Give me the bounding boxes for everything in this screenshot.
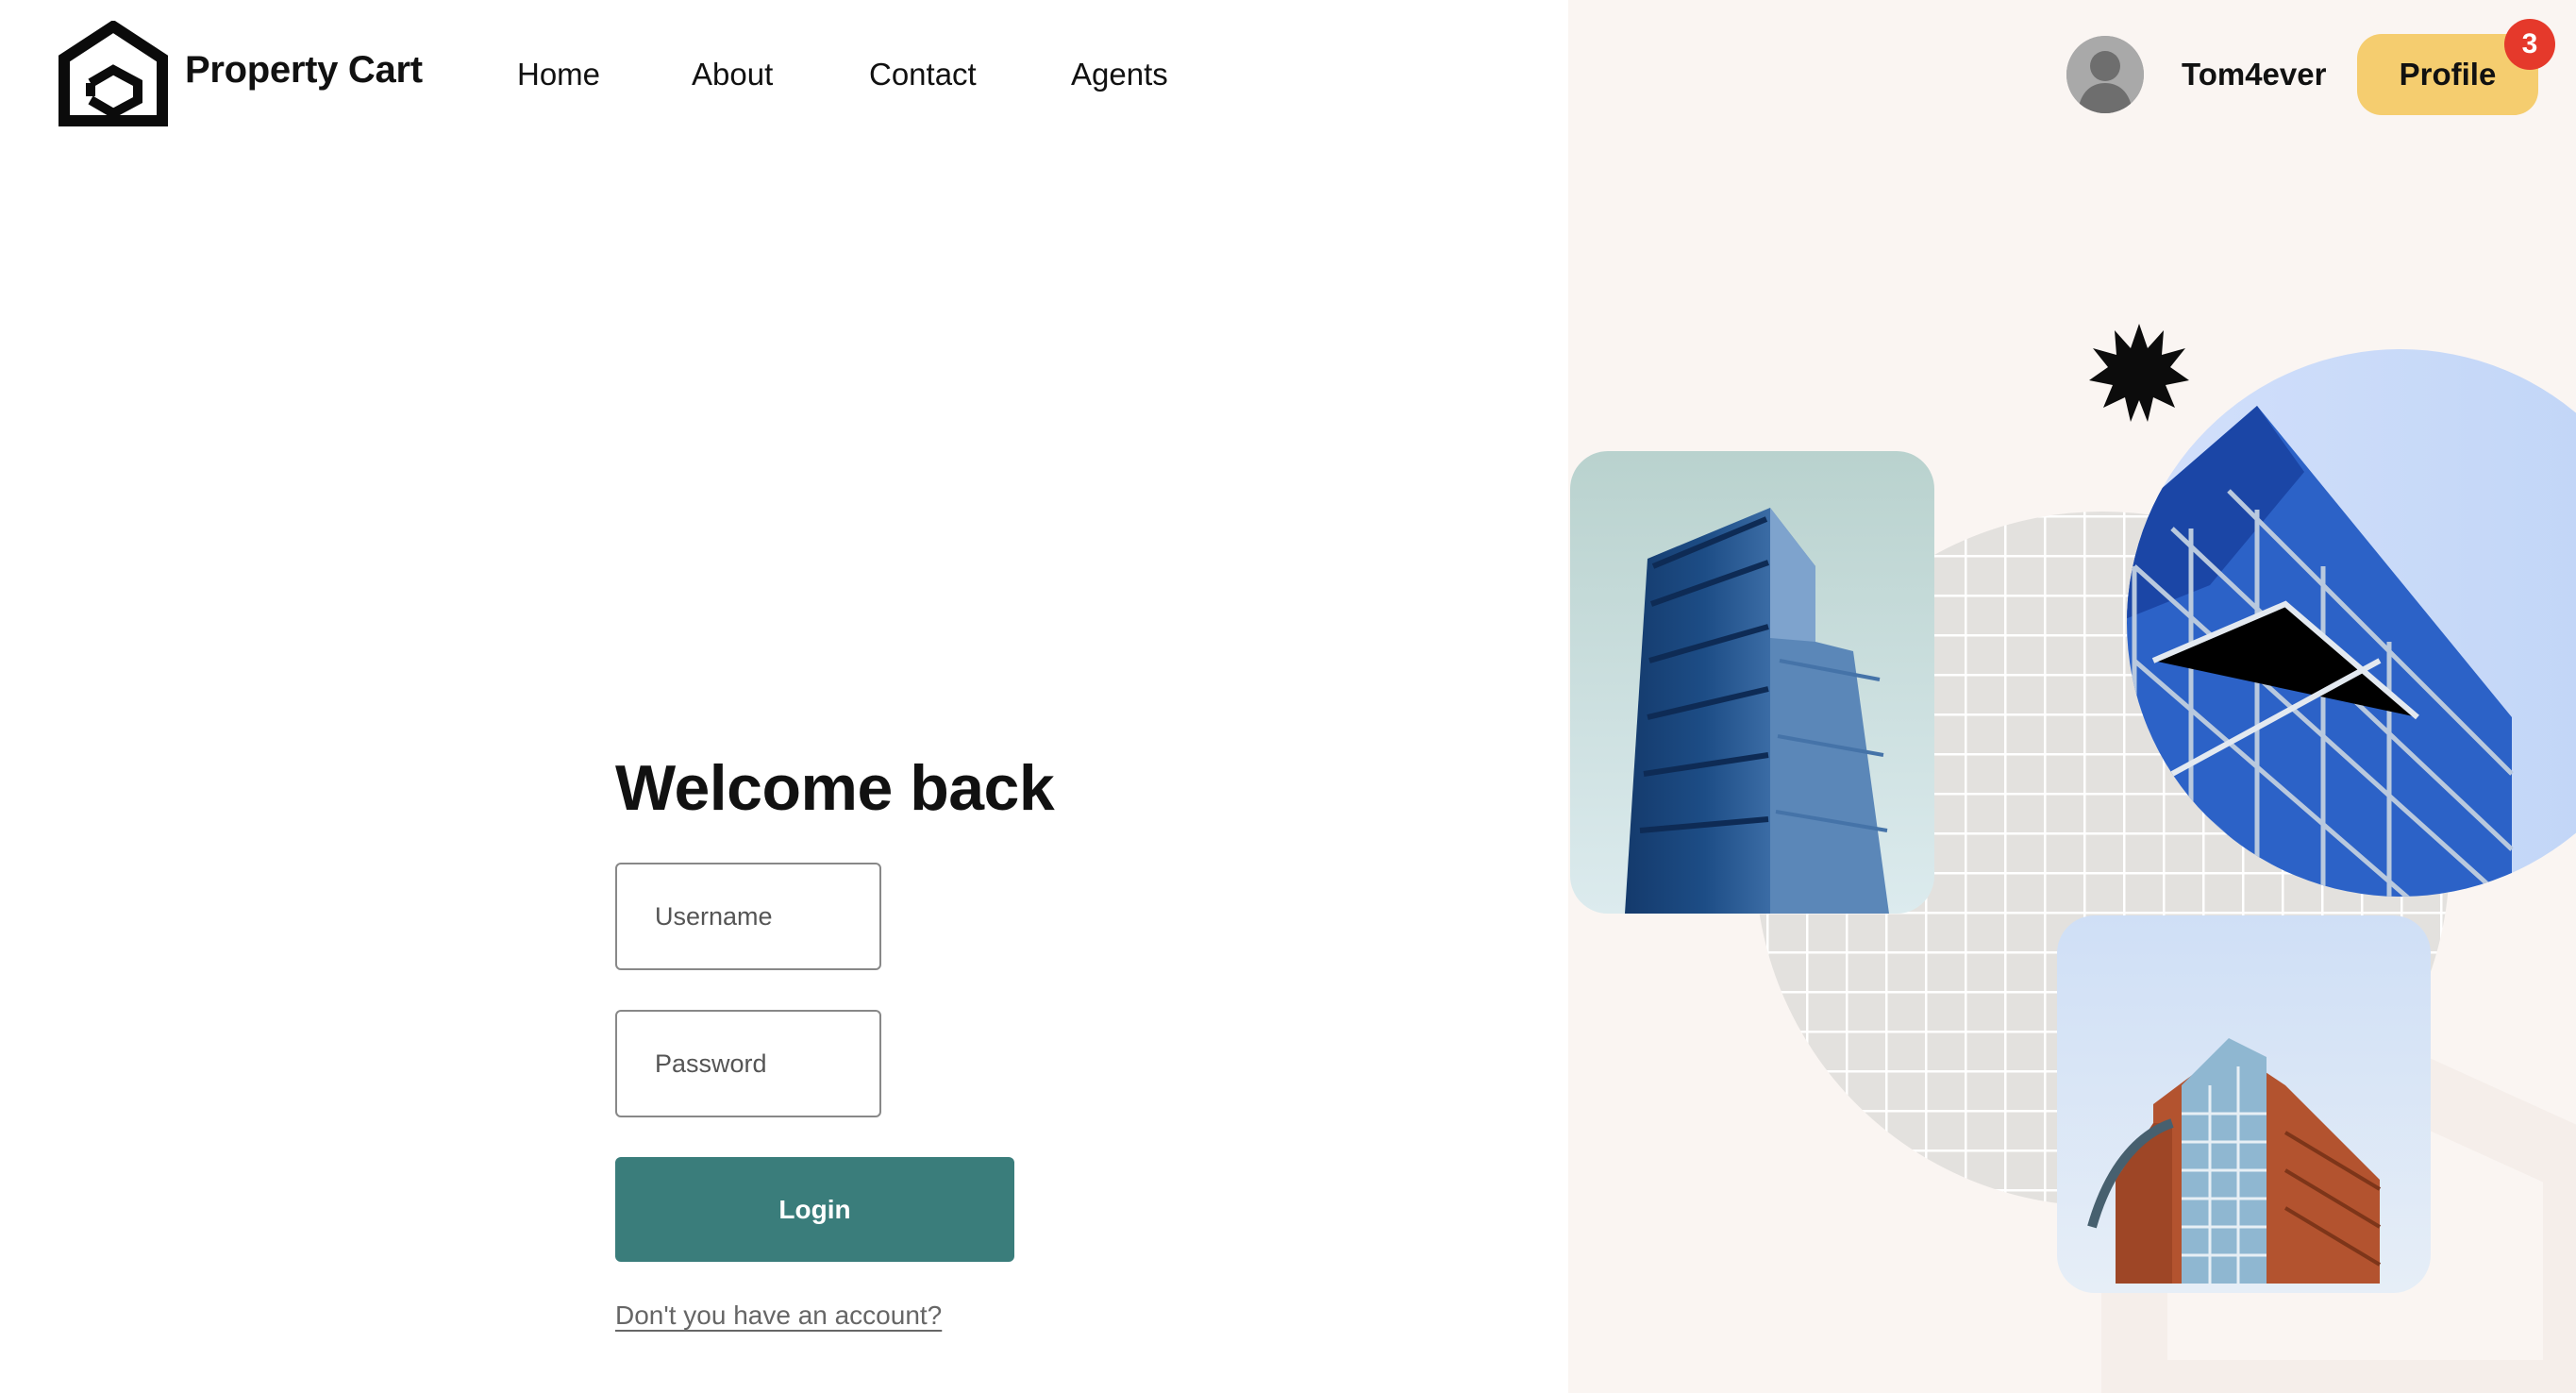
- nav-agents[interactable]: Agents: [1071, 57, 1168, 92]
- username-field[interactable]: [615, 863, 881, 970]
- nav-contact[interactable]: Contact: [869, 57, 977, 92]
- logo-icon[interactable]: [59, 21, 168, 126]
- nav-about[interactable]: About: [692, 57, 773, 92]
- nav-home[interactable]: Home: [517, 57, 600, 92]
- username-label: Tom4ever: [2182, 57, 2327, 92]
- password-field[interactable]: [615, 1010, 881, 1117]
- signup-link[interactable]: Don't you have an account?: [615, 1301, 942, 1331]
- avatar[interactable]: [2066, 36, 2144, 113]
- login-button[interactable]: Login: [615, 1157, 1014, 1262]
- starburst-icon: [2089, 324, 2189, 422]
- avatar-icon: [2066, 36, 2144, 113]
- brand-name[interactable]: Property Cart: [185, 49, 423, 92]
- page-title: Welcome back: [615, 752, 1055, 824]
- building-collage: [1570, 324, 2576, 1393]
- notification-badge: 3: [2504, 19, 2555, 70]
- illustration-panel: [1568, 0, 2576, 1393]
- login-page: Property Cart Home About Contact Agents …: [0, 0, 2576, 1393]
